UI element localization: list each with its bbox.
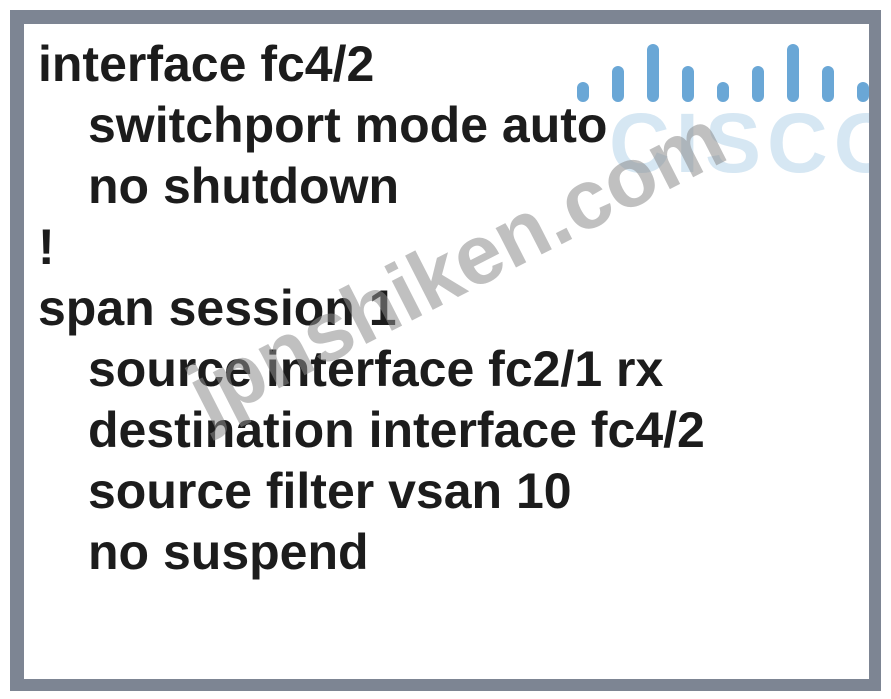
- code-line: source filter vsan 10: [88, 463, 572, 519]
- image-frame: CISCO interface fc4/2 switchport mode au…: [10, 10, 881, 691]
- code-line: interface fc4/2: [38, 36, 375, 92]
- config-panel: CISCO interface fc4/2 switchport mode au…: [24, 24, 869, 679]
- cisco-bar: [787, 44, 799, 102]
- code-line: destination interface fc4/2: [88, 402, 705, 458]
- code-line: no suspend: [88, 524, 369, 580]
